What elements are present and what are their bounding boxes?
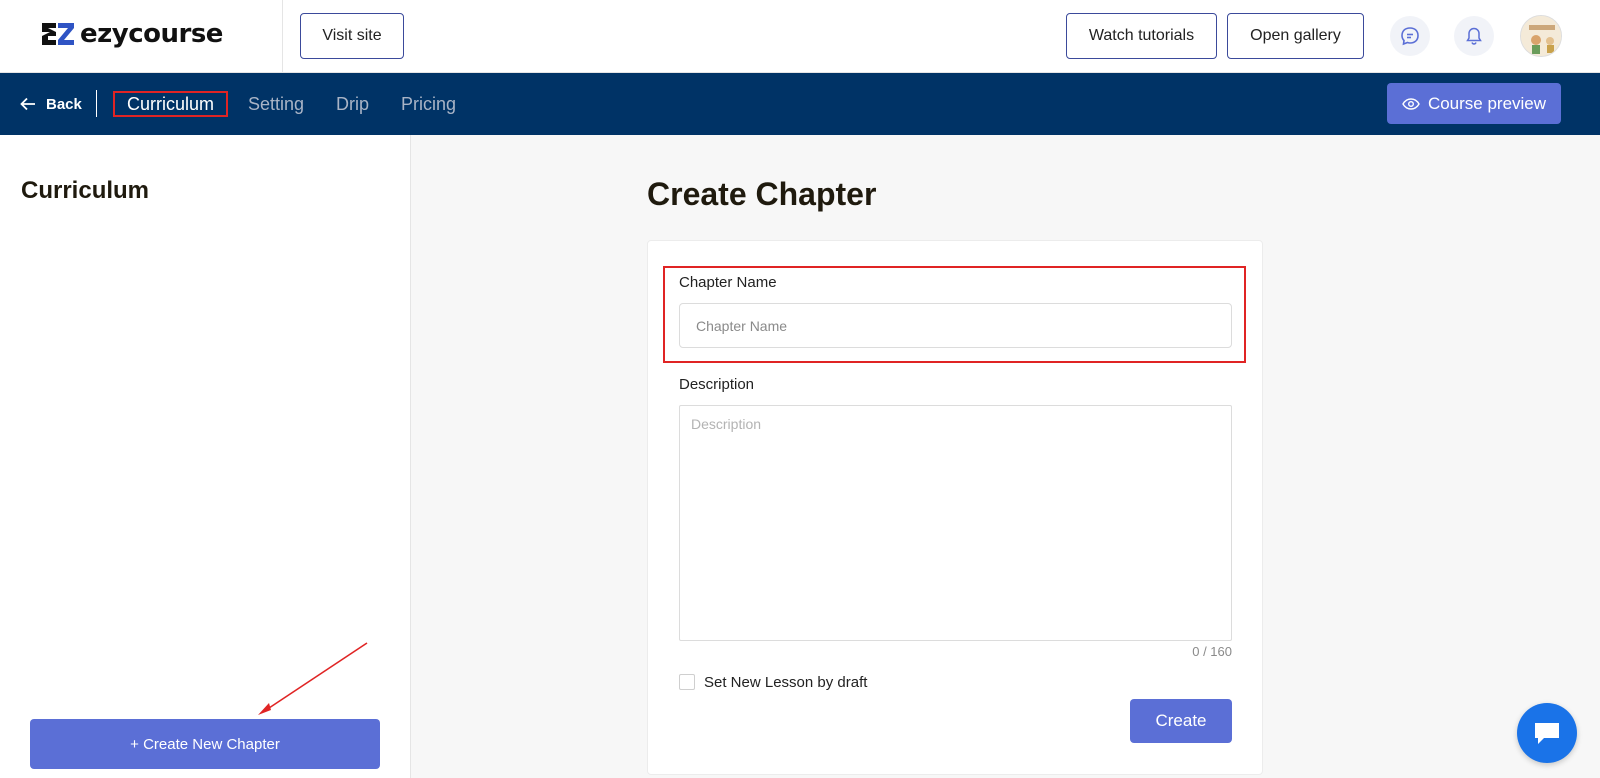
tab-pricing[interactable]: Pricing [401, 91, 456, 117]
header-divider [282, 0, 283, 73]
avatar[interactable] [1520, 15, 1562, 57]
description-label: Description [679, 376, 755, 393]
page-title: Create Chapter [647, 176, 877, 212]
chat-message-icon [1535, 723, 1559, 744]
chapter-name-label: Chapter Name [679, 274, 777, 291]
eye-icon [1402, 97, 1420, 110]
chat-button[interactable] [1390, 16, 1430, 56]
back-label: Back [46, 95, 82, 113]
draft-checkbox-label[interactable]: Set New Lesson by draft [704, 674, 867, 691]
visit-site-button[interactable]: Visit site [300, 13, 404, 59]
description-textarea[interactable] [679, 405, 1232, 641]
arrow-left-icon [20, 97, 35, 111]
nav-divider [96, 90, 97, 117]
annotation-arrow [258, 642, 368, 715]
tab-curriculum[interactable]: Curriculum [113, 91, 229, 117]
sidebar-title: Curriculum [21, 177, 150, 204]
create-new-chapter-button[interactable]: + Create New Chapter [30, 719, 380, 769]
ez-logo-icon [42, 23, 74, 45]
top-header: ezycourse Visit site Watch tutorials Ope… [0, 0, 1600, 73]
create-button[interactable]: Create [1130, 699, 1232, 743]
course-nav-bar: Back Curriculum Setting Drip Pricing Cou… [0, 73, 1600, 135]
chat-bubble-icon [1401, 27, 1419, 46]
chat-widget-button[interactable] [1517, 703, 1577, 763]
notifications-button[interactable] [1454, 16, 1494, 56]
course-preview-button[interactable]: Course preview [1387, 83, 1561, 124]
draft-checkbox[interactable] [679, 674, 695, 690]
logo[interactable]: ezycourse [40, 18, 223, 50]
back-button[interactable]: Back [20, 92, 82, 116]
avatar-illustration [1521, 16, 1561, 56]
chapter-name-input[interactable] [679, 303, 1232, 348]
logo-text: ezycourse [80, 19, 223, 49]
character-counter: 0 / 160 [1192, 644, 1232, 659]
open-gallery-button[interactable]: Open gallery [1227, 13, 1364, 59]
course-preview-label: Course preview [1427, 93, 1547, 113]
tab-drip[interactable]: Drip [336, 91, 369, 117]
bell-icon [1466, 27, 1482, 45]
watch-tutorials-button[interactable]: Watch tutorials [1066, 13, 1217, 59]
tab-setting[interactable]: Setting [248, 91, 304, 117]
